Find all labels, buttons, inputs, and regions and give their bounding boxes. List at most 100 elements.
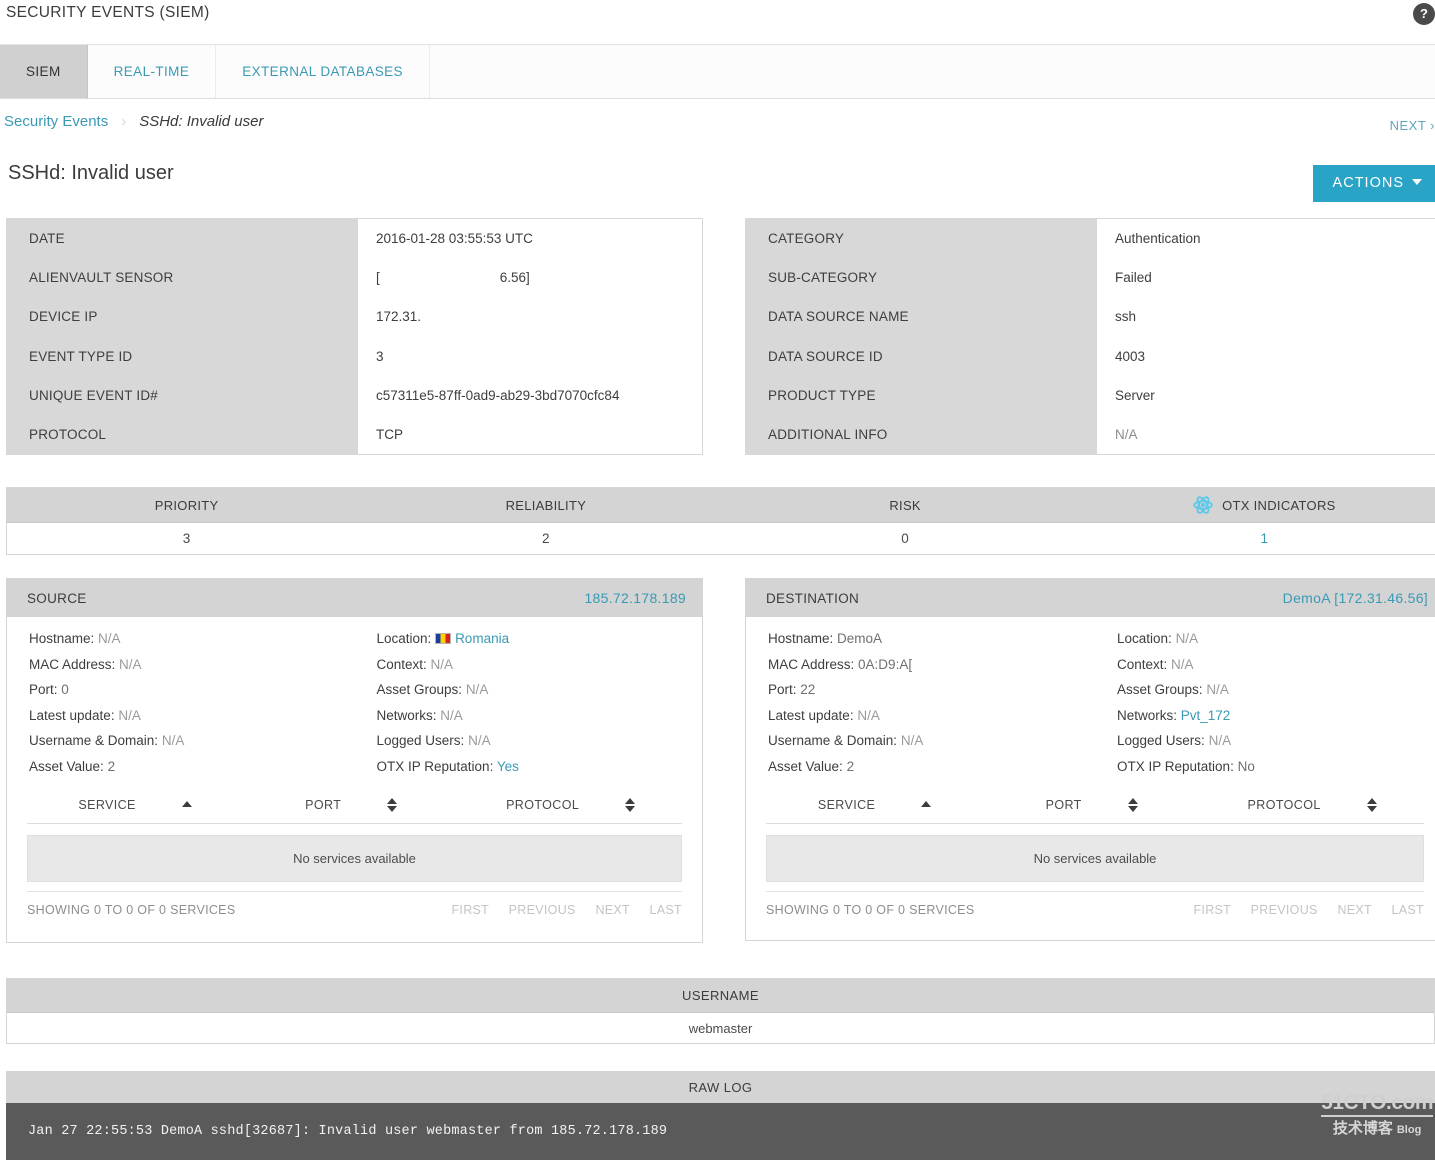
detail-value: 4003	[1097, 336, 1435, 376]
pager-first-button[interactable]: FIRST	[451, 903, 488, 917]
field-label: Location:	[1117, 631, 1172, 646]
field-label: OTX IP Reputation:	[1117, 758, 1234, 774]
field-value: N/A	[900, 733, 924, 748]
detail-value: Failed	[1097, 258, 1435, 298]
risk-metrics-header-row: PRIORITY RELIABILITY RISK OTX INDICATORS	[7, 488, 1435, 523]
field-value: N/A	[1206, 682, 1229, 697]
pager-next-button[interactable]: NEXT	[1337, 903, 1371, 917]
destination-services-col-port[interactable]: PORT	[983, 798, 1200, 812]
detail-value: TCP	[358, 414, 702, 455]
field-label: Latest update:	[768, 707, 854, 723]
actions-button[interactable]: ACTIONS	[1312, 165, 1435, 202]
field-label: Context:	[376, 656, 427, 672]
tab-external-databases-label: EXTERNAL DATABASES	[242, 64, 403, 79]
source-field-logged-users: Logged Users: N/A	[377, 733, 703, 748]
destination-field-hostname: Hostname: DemoA	[768, 631, 1095, 646]
field-value: N/A	[857, 707, 880, 723]
field-label: Asset Value:	[29, 758, 104, 774]
username-table: USERNAME webmaster	[6, 978, 1435, 1044]
destination-fields: Hostname: DemoA MAC Address: 0A:D9:A[ Po…	[746, 617, 1435, 784]
destination-ip-link[interactable]: DemoA [172.31.46.56]	[1283, 590, 1428, 606]
actions-button-label: ACTIONS	[1332, 175, 1404, 191]
detail-value: c57311e5-87ff-0ad9-ab29-3bd7070cfc84	[358, 375, 702, 415]
destination-panel: DESTINATION DemoA [172.31.46.56] Hostnam…	[745, 578, 1435, 941]
source-panel-title: SOURCE	[27, 590, 87, 606]
field-value[interactable]: Yes	[497, 759, 519, 774]
field-label: Hostname:	[768, 631, 834, 646]
sort-both-icon[interactable]	[625, 798, 636, 812]
detail-key: DEVICE IP	[7, 297, 358, 337]
sort-both-icon[interactable]	[387, 798, 398, 812]
destination-panel-header: DESTINATION DemoA [172.31.46.56]	[746, 579, 1435, 617]
field-label: MAC Address:	[768, 656, 855, 672]
detail-value: 3	[358, 336, 702, 376]
sort-both-icon[interactable]	[1366, 798, 1377, 812]
field-value: DemoA	[837, 631, 883, 646]
source-services-col-protocol[interactable]: PROTOCOL	[459, 798, 682, 812]
column-label: SERVICE	[78, 798, 136, 812]
detail-key: ALIENVAULT SENSOR	[7, 258, 358, 298]
destination-field-latest-update: Latest update: N/A	[768, 708, 1095, 723]
source-field-otx-ip-reputation: OTX IP Reputation: Yes	[377, 759, 703, 774]
field-value: 22	[800, 682, 816, 697]
metrics-header-reliability: RELIABILITY	[505, 497, 587, 513]
field-value: N/A	[430, 656, 454, 672]
pager-next-button[interactable]: NEXT	[595, 903, 629, 917]
source-field-asset-groups: Asset Groups: N/A	[377, 682, 703, 697]
detail-key: SUB-CATEGORY	[746, 258, 1097, 298]
event-details-right-table: CATEGORY Authentication SUB-CATEGORY Fai…	[745, 218, 1435, 456]
siem-event-detail-page: SECURITY EVENTS (SIEM) ? SIEM REAL-TIME …	[0, 0, 1435, 1160]
field-label: Logged Users:	[1117, 733, 1205, 748]
source-ip-link[interactable]: 185.72.178.189	[584, 590, 686, 606]
field-label: Port:	[29, 682, 58, 697]
field-value[interactable]: Romania	[455, 631, 509, 646]
detail-value: N/A	[1097, 414, 1435, 455]
source-panel: SOURCE 185.72.178.189 Hostname: N/A MAC …	[6, 578, 703, 943]
detail-value: 172.31.	[358, 297, 702, 337]
source-field-mac-address: MAC Address: N/A	[29, 657, 355, 672]
sort-both-icon[interactable]	[1127, 798, 1138, 812]
source-services-col-port[interactable]: PORT	[243, 798, 459, 812]
help-question-icon[interactable]: ?	[1413, 3, 1435, 25]
column-label: SERVICE	[817, 798, 876, 812]
metrics-value-otx-indicators[interactable]: 1	[1085, 523, 1435, 554]
sort-ascending-icon[interactable]	[181, 801, 192, 809]
source-panel-header: SOURCE 185.72.178.189	[7, 579, 702, 617]
pager-previous-button[interactable]: PREVIOUS	[509, 903, 576, 917]
destination-services-col-service[interactable]: SERVICE	[766, 798, 983, 812]
detail-key: PRODUCT TYPE	[746, 375, 1097, 415]
pager-previous-button[interactable]: PREVIOUS	[1251, 903, 1318, 917]
username-table-row: webmaster	[688, 1020, 753, 1036]
chevron-down-icon	[1412, 179, 1422, 185]
pager-last-button[interactable]: LAST	[650, 903, 682, 917]
detail-key: CATEGORY	[746, 219, 1097, 259]
source-services-table: SERVICE PORT PROTOCOL No services availa…	[7, 784, 702, 917]
pager-first-button[interactable]: FIRST	[1193, 903, 1230, 917]
field-label: Latest update:	[29, 707, 115, 723]
field-label: Username & Domain:	[29, 733, 159, 748]
tab-real-time-label: REAL-TIME	[113, 64, 190, 79]
raw-log-header: RAW LOG	[6, 1071, 1435, 1103]
detail-key: PROTOCOL	[7, 414, 358, 455]
next-event-link[interactable]: NEXT ›	[1390, 118, 1435, 133]
tab-external-databases[interactable]: EXTERNAL DATABASES	[216, 45, 430, 98]
tab-siem[interactable]: SIEM	[0, 45, 88, 98]
field-label: Logged Users:	[376, 733, 465, 748]
pager-last-button[interactable]: LAST	[1392, 903, 1424, 917]
username-table-header: USERNAME	[7, 979, 1434, 1013]
detail-row: ADDITIONAL INFO N/A	[746, 414, 1435, 455]
field-value: N/A	[118, 707, 141, 723]
sort-ascending-icon[interactable]	[921, 801, 932, 809]
detail-row: SUB-CATEGORY Failed	[746, 258, 1435, 298]
destination-services-empty-message: No services available	[766, 835, 1424, 882]
source-services-col-service[interactable]: SERVICE	[27, 798, 243, 812]
raw-log-content: Jan 27 22:55:53 DemoA sshd[32687]: Inval…	[6, 1103, 1435, 1160]
destination-services-showing-text: SHOWING 0 TO 0 OF 0 SERVICES	[766, 903, 975, 917]
breadcrumb-root-link[interactable]: Security Events	[4, 113, 108, 130]
destination-services-col-protocol[interactable]: PROTOCOL	[1200, 798, 1424, 812]
tab-real-time[interactable]: REAL-TIME	[88, 45, 217, 98]
field-value[interactable]: Pvt_172	[1181, 708, 1231, 723]
detail-row: UNIQUE EVENT ID# c57311e5-87ff-0ad9-ab29…	[7, 375, 702, 415]
detail-row: DEVICE IP 172.31.	[7, 297, 702, 337]
destination-field-port: Port: 22	[768, 682, 1095, 697]
